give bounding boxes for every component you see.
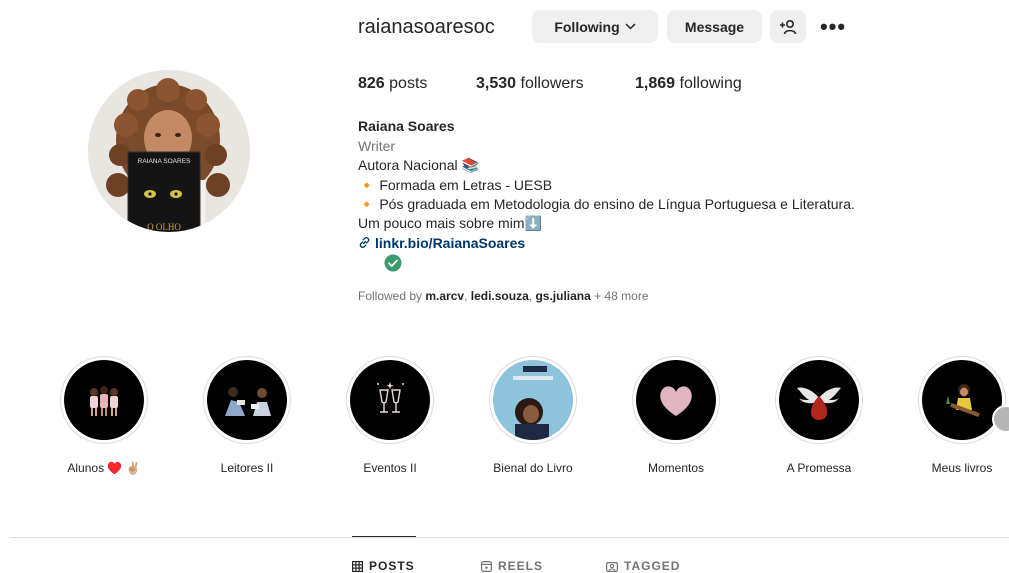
message-button-label: Message bbox=[684, 18, 745, 35]
profile-category: Writer bbox=[358, 138, 396, 154]
posts-label: posts bbox=[389, 75, 428, 92]
highlight-label: Meus livros bbox=[931, 461, 993, 475]
bio-link-text: linkr.bio/RaianaSoares bbox=[375, 235, 526, 251]
highlight-label: Eventos II bbox=[363, 461, 417, 475]
active-tab-indicator bbox=[352, 536, 416, 537]
tab-tagged-label: TAGGED bbox=[624, 559, 681, 573]
tab-tagged[interactable]: TAGGED bbox=[606, 559, 680, 573]
tagged-icon bbox=[606, 561, 618, 572]
highlight-thumbnail bbox=[350, 360, 430, 440]
highlight-a-promessa[interactable]: A Promessa bbox=[769, 356, 869, 475]
followed-by-more: + 48 more bbox=[594, 289, 649, 303]
following-label: following bbox=[679, 75, 742, 92]
followers-number: 3,530 bbox=[476, 75, 517, 92]
bio-line: Autora Nacional 📚 bbox=[358, 157, 479, 173]
highlight-ring bbox=[632, 356, 720, 444]
highlight-thumbnail bbox=[207, 360, 287, 440]
bio-external-link[interactable]: linkr.bio/RaianaSoares bbox=[358, 234, 525, 254]
grid-icon bbox=[352, 560, 363, 572]
message-button[interactable]: Message bbox=[667, 10, 762, 43]
followers-label: followers bbox=[520, 75, 584, 92]
bio-line: Um pouco mais sobre mim⬇️ bbox=[358, 215, 542, 231]
tab-posts[interactable]: POSTS bbox=[352, 559, 415, 573]
highlight-ring bbox=[918, 356, 1006, 444]
highlight-label: Alunos ♥️ ✌🏼 bbox=[67, 461, 141, 475]
heart-icon bbox=[660, 386, 692, 416]
highlight-alunos[interactable]: Alunos ♥️ ✌🏼 bbox=[54, 356, 154, 475]
highlight-thumbnail bbox=[493, 360, 573, 440]
more-options-button[interactable]: ••• bbox=[818, 14, 848, 40]
highlight-ring bbox=[489, 356, 577, 444]
highlight-label: Leitores II bbox=[220, 461, 274, 475]
tabs-divider bbox=[10, 537, 1009, 538]
following-link[interactable]: 1,869 following bbox=[635, 75, 742, 93]
profile-username: raianasoaresoc bbox=[358, 16, 495, 38]
verified-check-icon bbox=[384, 254, 402, 277]
following-button-label: Following bbox=[554, 18, 620, 35]
followed-by-text[interactable]: Followed by m.arcv, ledi.souza, gs.julia… bbox=[358, 289, 649, 303]
highlight-thumbnail bbox=[64, 360, 144, 440]
followed-by-user[interactable]: m.arcv bbox=[425, 289, 464, 303]
book-cover-title: RAIANA SOARES bbox=[138, 158, 191, 165]
followed-by-user[interactable]: gs.juliana bbox=[535, 289, 590, 303]
highlight-label: A Promessa bbox=[786, 461, 852, 475]
bio-line: 🔸 Formada em Letras - UESB bbox=[358, 177, 553, 193]
highlight-leitores[interactable]: Leitores II bbox=[197, 356, 297, 475]
highlight-thumbnail bbox=[922, 360, 1002, 440]
highlight-thumbnail bbox=[636, 360, 716, 440]
suggested-users-button[interactable] bbox=[770, 10, 806, 43]
chevron-down-icon bbox=[625, 23, 636, 30]
highlight-eventos[interactable]: Eventos II bbox=[340, 356, 440, 475]
posts-number: 826 bbox=[358, 75, 385, 92]
highlight-label: Momentos bbox=[647, 461, 705, 475]
tab-posts-label: POSTS bbox=[369, 559, 415, 573]
posts-count: 826 posts bbox=[358, 75, 427, 93]
bio-line: 🔸 Pós graduada em Metodologia do ensino … bbox=[358, 196, 855, 212]
highlight-bienal[interactable]: Bienal do Livro bbox=[483, 356, 583, 475]
book-cover-subtitle: O OLHO bbox=[147, 222, 181, 232]
link-icon bbox=[358, 235, 371, 254]
followed-by-user[interactable]: ledi.souza bbox=[471, 289, 529, 303]
profile-full-name: Raiana Soares bbox=[358, 118, 455, 134]
highlight-ring bbox=[203, 356, 291, 444]
highlight-ring bbox=[775, 356, 863, 444]
highlight-label: Bienal do Livro bbox=[493, 461, 573, 475]
following-number: 1,869 bbox=[635, 75, 676, 92]
highlight-ring bbox=[60, 356, 148, 444]
highlight-momentos[interactable]: Momentos bbox=[626, 356, 726, 475]
reels-icon bbox=[481, 560, 492, 572]
followed-by-prefix: Followed by bbox=[358, 289, 423, 303]
highlight-thumbnail bbox=[779, 360, 859, 440]
profile-avatar[interactable]: RAIANA SOARES O OLHO bbox=[88, 70, 250, 232]
add-user-icon bbox=[779, 19, 797, 35]
following-button[interactable]: Following bbox=[532, 10, 658, 43]
tab-reels[interactable]: REELS bbox=[481, 559, 543, 573]
followers-link[interactable]: 3,530 followers bbox=[476, 75, 584, 93]
tab-reels-label: REELS bbox=[498, 559, 544, 573]
highlight-ring bbox=[346, 356, 434, 444]
